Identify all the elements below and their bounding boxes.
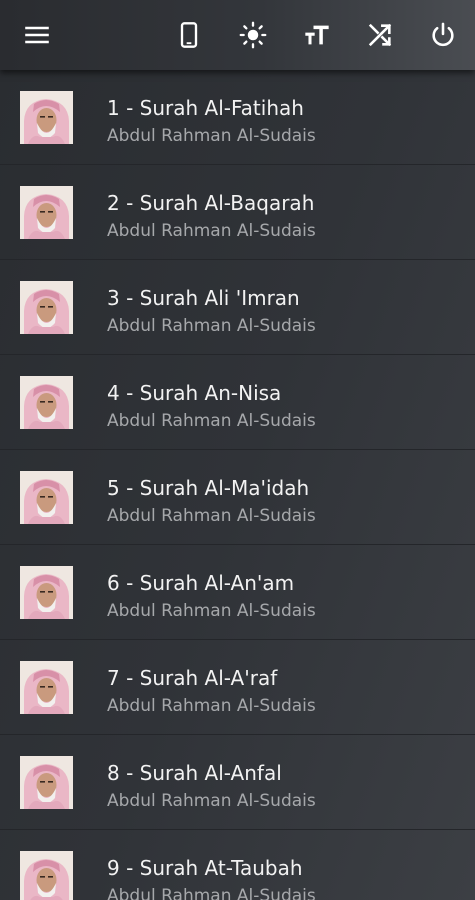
track-reciter: Abdul Rahman Al-Sudais — [107, 696, 316, 716]
track-title: 2 - Surah Al-Baqarah — [107, 191, 315, 215]
power-icon[interactable] — [424, 16, 462, 54]
brightness-icon[interactable] — [234, 16, 272, 54]
track-reciter: Abdul Rahman Al-Sudais — [107, 601, 316, 621]
track-reciter: Abdul Rahman Al-Sudais — [107, 316, 316, 336]
list-item[interactable]: 1 - Surah Al-Fatihah Abdul Rahman Al-Suda… — [0, 70, 475, 165]
reciter-avatar — [20, 661, 73, 714]
top-toolbar — [0, 0, 475, 70]
list-item[interactable]: 7 - Surah Al-A'raf Abdul Rahman Al-Sudais — [0, 640, 475, 735]
reciter-avatar — [20, 566, 73, 619]
track-reciter: Abdul Rahman Al-Sudais — [107, 411, 316, 431]
track-title: 4 - Surah An-Nisa — [107, 381, 282, 405]
reciter-avatar — [20, 756, 73, 809]
list-item[interactable]: 2 - Surah Al-Baqarah Abdul Rahman Al-Suda… — [0, 165, 475, 260]
shuffle-icon[interactable] — [361, 16, 399, 54]
list-item[interactable]: 8 - Surah Al-Anfal Abdul Rahman Al-Sudais — [0, 735, 475, 830]
track-title: 8 - Surah Al-Anfal — [107, 761, 282, 785]
reciter-avatar — [20, 376, 73, 429]
list-item[interactable]: 6 - Surah Al-An'am Abdul Rahman Al-Sudais — [0, 545, 475, 640]
surah-list[interactable]: 1 - Surah Al-Fatihah Abdul Rahman Al-Suda… — [0, 70, 475, 900]
track-title: 5 - Surah Al-Ma'idah — [107, 476, 310, 500]
reciter-avatar — [20, 471, 73, 524]
reciter-avatar — [20, 851, 73, 900]
list-item[interactable]: 5 - Surah Al-Ma'idah Abdul Rahman Al-Suda… — [0, 450, 475, 545]
reciter-avatar — [20, 91, 73, 144]
track-title: 9 - Surah At-Taubah — [107, 856, 303, 880]
text-size-icon[interactable] — [298, 16, 336, 54]
track-reciter: Abdul Rahman Al-Sudais — [107, 506, 316, 526]
phone-icon[interactable] — [170, 16, 208, 54]
menu-icon[interactable] — [18, 16, 56, 54]
track-reciter: Abdul Rahman Al-Sudais — [107, 886, 316, 900]
track-title: 7 - Surah Al-A'raf — [107, 666, 278, 690]
reciter-avatar — [20, 186, 73, 239]
reciter-avatar — [20, 281, 73, 334]
track-reciter: Abdul Rahman Al-Sudais — [107, 791, 316, 811]
track-reciter: Abdul Rahman Al-Sudais — [107, 126, 316, 146]
list-item[interactable]: 9 - Surah At-Taubah Abdul Rahman Al-Sudai… — [0, 830, 475, 900]
track-reciter: Abdul Rahman Al-Sudais — [107, 221, 316, 241]
track-title: 3 - Surah Ali 'Imran — [107, 286, 300, 310]
list-item[interactable]: 4 - Surah An-Nisa Abdul Rahman Al-Sudais — [0, 355, 475, 450]
track-title: 1 - Surah Al-Fatihah — [107, 96, 304, 120]
track-title: 6 - Surah Al-An'am — [107, 571, 295, 595]
list-item[interactable]: 3 - Surah Ali 'Imran Abdul Rahman Al-Suda… — [0, 260, 475, 355]
